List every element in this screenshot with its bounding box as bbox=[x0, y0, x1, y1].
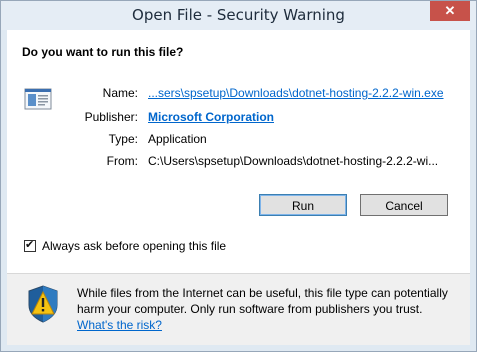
whats-the-risk-link[interactable]: What's the risk? bbox=[77, 318, 162, 332]
name-label: Name: bbox=[102, 86, 138, 100]
file-name-link[interactable]: ...sers\spsetup\Downloads\dotnet-hosting… bbox=[148, 86, 444, 100]
divider bbox=[7, 273, 470, 274]
security-warning-dialog: Open File - Security Warning ✕ Do you wa… bbox=[0, 0, 477, 352]
always-ask-label[interactable]: Always ask before opening this file bbox=[42, 239, 226, 253]
dialog-body: Do you want to run this file? Name: ...s… bbox=[7, 30, 470, 345]
title-bar[interactable]: Open File - Security Warning ✕ bbox=[1, 1, 476, 30]
type-value: Application bbox=[148, 132, 207, 146]
from-value: C:\Users\spsetup\Downloads\dotnet-hostin… bbox=[148, 154, 439, 168]
warning-message: While files from the Internet can be use… bbox=[77, 286, 448, 316]
publisher-label: Publisher: bbox=[84, 110, 138, 124]
type-label: Type: bbox=[108, 132, 138, 146]
publisher-link[interactable]: Microsoft Corporation bbox=[148, 110, 274, 124]
always-ask-checkbox[interactable]: ✔ bbox=[24, 239, 36, 252]
question-heading: Do you want to run this file? bbox=[22, 45, 184, 59]
from-label: From: bbox=[106, 154, 138, 168]
warning-shield-icon bbox=[28, 285, 58, 323]
close-button[interactable]: ✕ bbox=[430, 1, 470, 21]
run-button[interactable]: Run bbox=[259, 194, 347, 216]
warning-text-block: While files from the Internet can be use… bbox=[77, 285, 457, 333]
application-file-icon bbox=[24, 88, 52, 110]
window-title: Open File - Security Warning bbox=[132, 6, 345, 24]
checkmark-icon: ✔ bbox=[25, 239, 35, 251]
cancel-button[interactable]: Cancel bbox=[360, 194, 448, 216]
content-panel: Do you want to run this file? Name: ...s… bbox=[7, 30, 470, 273]
